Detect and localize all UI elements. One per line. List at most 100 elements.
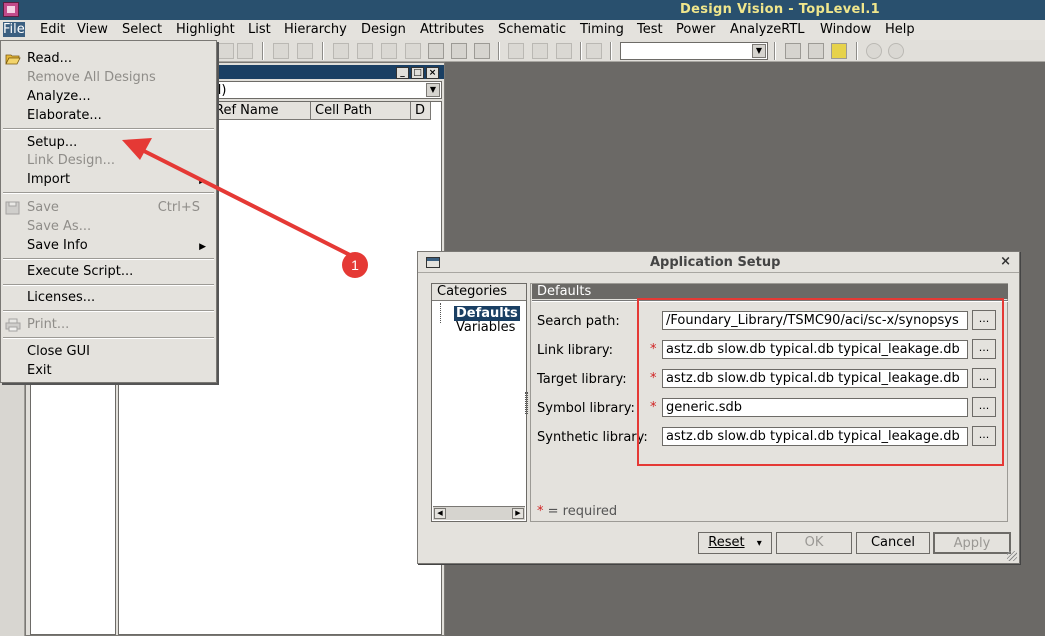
menu-attributes[interactable]: Attributes bbox=[420, 22, 484, 37]
menu-item-exit[interactable]: Exit bbox=[27, 363, 52, 378]
column-d[interactable]: D bbox=[411, 102, 431, 120]
menu-item-print[interactable]: Print... bbox=[27, 317, 69, 332]
chevron-down-icon[interactable]: ▼ bbox=[426, 83, 440, 97]
categories-pane: Categories Defaults Variables ◀ ▶ bbox=[431, 283, 527, 522]
scroll-right-icon[interactable]: ▶ bbox=[512, 508, 524, 519]
edit-pencil-icon[interactable] bbox=[831, 43, 847, 59]
synthetic-library-label: Synthetic library: bbox=[537, 430, 648, 445]
tree-line bbox=[440, 303, 450, 323]
menu-item-save-as[interactable]: Save As... bbox=[27, 219, 91, 234]
path-schematic-icon[interactable] bbox=[405, 43, 421, 59]
menu-edit[interactable]: Edit bbox=[40, 22, 65, 37]
report-icon[interactable] bbox=[451, 43, 467, 59]
pane-splitter[interactable] bbox=[525, 392, 528, 414]
close-icon[interactable]: × bbox=[426, 67, 439, 79]
menu-highlight[interactable]: Highlight bbox=[176, 22, 235, 37]
maximize-icon[interactable]: □ bbox=[411, 67, 424, 79]
categories-header: Categories bbox=[432, 284, 526, 301]
close-icon[interactable]: × bbox=[1000, 254, 1011, 269]
menu-hierarchy[interactable]: Hierarchy bbox=[284, 22, 347, 37]
printer-icon bbox=[5, 318, 21, 332]
chevron-down-icon[interactable]: ▼ bbox=[752, 44, 766, 58]
category-defaults[interactable]: Defaults bbox=[454, 306, 520, 321]
menu-separator bbox=[3, 284, 214, 286]
menu-power[interactable]: Power bbox=[676, 22, 715, 37]
zoom-icon[interactable] bbox=[218, 43, 234, 59]
toolbar-combo[interactable]: ▼ bbox=[620, 42, 768, 60]
reset-button[interactable]: Reset ▾ bbox=[698, 532, 772, 554]
menu-separator bbox=[3, 310, 214, 312]
menu-item-close-gui[interactable]: Close GUI bbox=[27, 344, 90, 359]
menu-item-execute-script[interactable]: Execute Script... bbox=[27, 264, 133, 279]
link-library-label: Link library: bbox=[537, 343, 614, 358]
menu-schematic[interactable]: Schematic bbox=[498, 22, 566, 37]
path-icon[interactable] bbox=[532, 43, 548, 59]
menu-design[interactable]: Design bbox=[361, 22, 406, 37]
menu-test[interactable]: Test bbox=[637, 22, 663, 37]
required-note-text: = required bbox=[543, 504, 618, 519]
menu-item-link-design[interactable]: Link Design... bbox=[27, 153, 115, 168]
menu-item-read[interactable]: Read... bbox=[27, 51, 72, 66]
categories-scrollbar[interactable]: ◀ ▶ bbox=[433, 506, 525, 520]
menu-item-import[interactable]: Import bbox=[27, 172, 70, 187]
column-ref-name[interactable]: Ref Name bbox=[211, 102, 311, 120]
zoom-fit-icon[interactable] bbox=[237, 43, 253, 59]
reset-button-label: Reset bbox=[708, 535, 745, 550]
menu-window[interactable]: Window bbox=[820, 22, 871, 37]
window-layout-icon[interactable] bbox=[785, 43, 801, 59]
menu-select[interactable]: Select bbox=[122, 22, 162, 37]
required-note: * = required bbox=[537, 504, 617, 519]
menu-separator bbox=[3, 192, 214, 194]
annotation-highlight-box bbox=[637, 298, 1004, 466]
column-cell-path[interactable]: Cell Path bbox=[311, 102, 411, 120]
symbol-view-icon[interactable] bbox=[357, 43, 373, 59]
menu-separator bbox=[3, 258, 214, 260]
toolbar-separator bbox=[580, 42, 582, 60]
resize-grip-icon[interactable] bbox=[1007, 551, 1017, 561]
histogram-icon[interactable] bbox=[508, 43, 524, 59]
menu-item-remove-all-designs[interactable]: Remove All Designs bbox=[27, 70, 156, 85]
menu-item-save-info[interactable]: Save Info bbox=[27, 238, 88, 253]
save-shortcut: Ctrl+S bbox=[157, 200, 200, 215]
zoom-out-icon[interactable] bbox=[866, 43, 882, 59]
symbol-library-label: Symbol library: bbox=[537, 401, 635, 416]
menu-separator bbox=[3, 337, 214, 339]
pop-up-icon[interactable] bbox=[297, 43, 313, 59]
hierarchy-view-icon[interactable] bbox=[381, 43, 397, 59]
zoom-in-icon[interactable] bbox=[888, 43, 904, 59]
dialog-titlebar: Application Setup × bbox=[418, 252, 1019, 273]
menu-help[interactable]: Help bbox=[885, 22, 915, 37]
menu-view[interactable]: View bbox=[77, 22, 108, 37]
menu-item-setup[interactable]: Setup... bbox=[27, 135, 77, 150]
menu-item-analyze[interactable]: Analyze... bbox=[27, 89, 91, 104]
window-menu-icon[interactable] bbox=[426, 257, 440, 268]
schematic-icon[interactable] bbox=[333, 43, 349, 59]
timing-icon[interactable] bbox=[474, 43, 490, 59]
apply-button[interactable]: Apply bbox=[933, 532, 1011, 554]
menu-item-elaborate[interactable]: Elaborate... bbox=[27, 108, 102, 123]
design-icon[interactable] bbox=[428, 43, 444, 59]
menu-list[interactable]: List bbox=[248, 22, 271, 37]
scroll-left-icon[interactable]: ◀ bbox=[434, 508, 446, 519]
push-down-icon[interactable] bbox=[273, 43, 289, 59]
cancel-button[interactable]: Cancel bbox=[856, 532, 930, 554]
toolbar-separator bbox=[610, 42, 612, 60]
menu-item-licenses[interactable]: Licenses... bbox=[27, 290, 95, 305]
toolbar-separator bbox=[856, 42, 858, 60]
minimize-icon[interactable]: _ bbox=[396, 67, 409, 79]
app-logo-icon bbox=[3, 2, 19, 17]
dialog-title: Application Setup bbox=[650, 255, 781, 270]
console-icon[interactable] bbox=[808, 43, 824, 59]
menu-analyzertl[interactable]: AnalyzeRTL bbox=[730, 22, 805, 37]
ok-button[interactable]: OK bbox=[776, 532, 852, 554]
list-icon[interactable] bbox=[586, 43, 602, 59]
annotation-badge: 1 bbox=[342, 252, 368, 278]
window-titlebar: Design Vision - TopLevel.1 bbox=[0, 0, 1045, 20]
file-menu: Read... Remove All Designs Analyze... El… bbox=[0, 40, 217, 383]
toolbar-separator bbox=[774, 42, 776, 60]
menu-file[interactable]: File bbox=[3, 22, 25, 37]
category-variables[interactable]: Variables bbox=[456, 320, 515, 335]
slack-icon[interactable] bbox=[556, 43, 572, 59]
menu-timing[interactable]: Timing bbox=[580, 22, 624, 37]
menu-item-save[interactable]: Save bbox=[27, 200, 59, 215]
